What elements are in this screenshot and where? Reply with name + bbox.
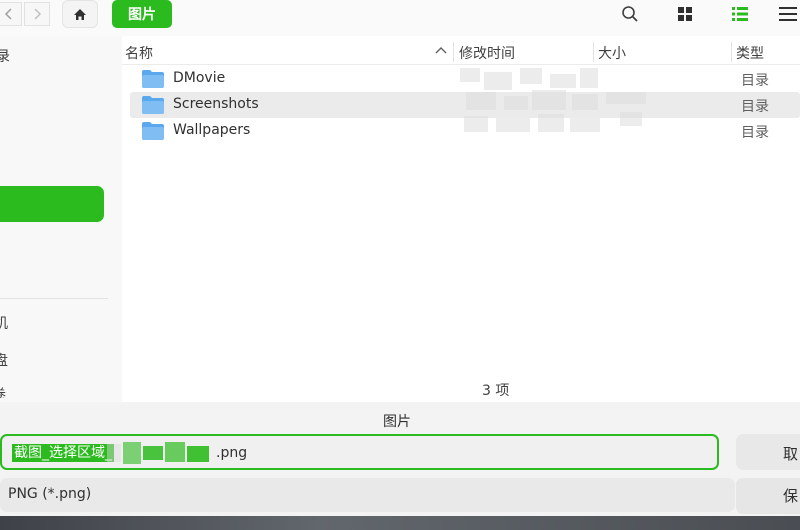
sort-ascending-icon[interactable] <box>435 46 447 54</box>
filename-extension: .png <box>216 445 248 461</box>
file-type: 目录 <box>741 125 769 141</box>
file-name: Screenshots <box>173 96 259 112</box>
breadcrumb-pictures[interactable]: 图片 <box>112 0 172 28</box>
chevron-left-icon <box>4 8 12 20</box>
menu-button[interactable] <box>775 2 800 26</box>
file-type-filter[interactable]: PNG (*.png) <box>0 478 735 512</box>
chevron-right-icon <box>34 8 42 20</box>
grid-view-icon <box>678 7 692 21</box>
item-count: 3 项 <box>482 383 510 399</box>
column-divider <box>593 42 594 62</box>
search-icon <box>622 6 638 22</box>
redacted-dates-mosaic <box>460 68 670 140</box>
column-divider <box>731 42 732 62</box>
file-type: 目录 <box>741 99 769 115</box>
save-location-label: 图片 <box>383 414 411 430</box>
filename-input[interactable]: 截图_选择区域_ .png <box>0 434 719 470</box>
column-type[interactable]: 类型 <box>736 43 764 63</box>
forward-button[interactable] <box>24 2 50 26</box>
sidebar-item-label[interactable]: 卷 <box>0 384 6 398</box>
column-size[interactable]: 大小 <box>598 43 626 63</box>
sidebar-item-label[interactable]: 盘 <box>0 350 8 370</box>
cancel-button[interactable]: 取 <box>736 434 800 470</box>
cancel-button-label: 取 <box>783 445 799 463</box>
column-divider <box>453 42 454 62</box>
column-header: 名称 修改时间 大小 类型 <box>122 40 800 65</box>
menu-icon <box>779 7 797 21</box>
folder-icon <box>142 96 164 114</box>
file-name: Wallpapers <box>173 122 251 138</box>
file-type-filter-label: PNG (*.png) <box>8 486 92 502</box>
sidebar-item-active[interactable] <box>0 186 104 222</box>
file-type: 目录 <box>741 73 769 89</box>
grid-view-button[interactable] <box>672 2 698 26</box>
home-button[interactable] <box>62 0 98 28</box>
desktop-background <box>0 516 800 530</box>
folder-icon <box>142 122 164 140</box>
sidebar-item-label[interactable]: 机 <box>0 313 8 333</box>
filename-selected-text: 截图_选择区域_ <box>12 444 114 462</box>
search-button[interactable] <box>617 2 643 26</box>
column-modified[interactable]: 修改时间 <box>459 43 515 63</box>
home-icon <box>74 8 86 20</box>
file-name: DMovie <box>173 70 226 86</box>
redacted-filename-mosaic <box>107 442 217 464</box>
toolbar: 图片 <box>0 0 800 36</box>
sidebar-divider <box>0 298 108 299</box>
save-button-label: 保 <box>783 487 799 505</box>
column-name[interactable]: 名称 <box>125 43 153 63</box>
sidebar-item-label[interactable]: 录 <box>0 46 10 66</box>
back-button[interactable] <box>0 2 22 26</box>
list-view-button[interactable] <box>727 2 753 26</box>
list-view-icon <box>732 7 748 21</box>
save-button[interactable]: 保 <box>736 478 800 514</box>
folder-icon <box>142 70 164 88</box>
